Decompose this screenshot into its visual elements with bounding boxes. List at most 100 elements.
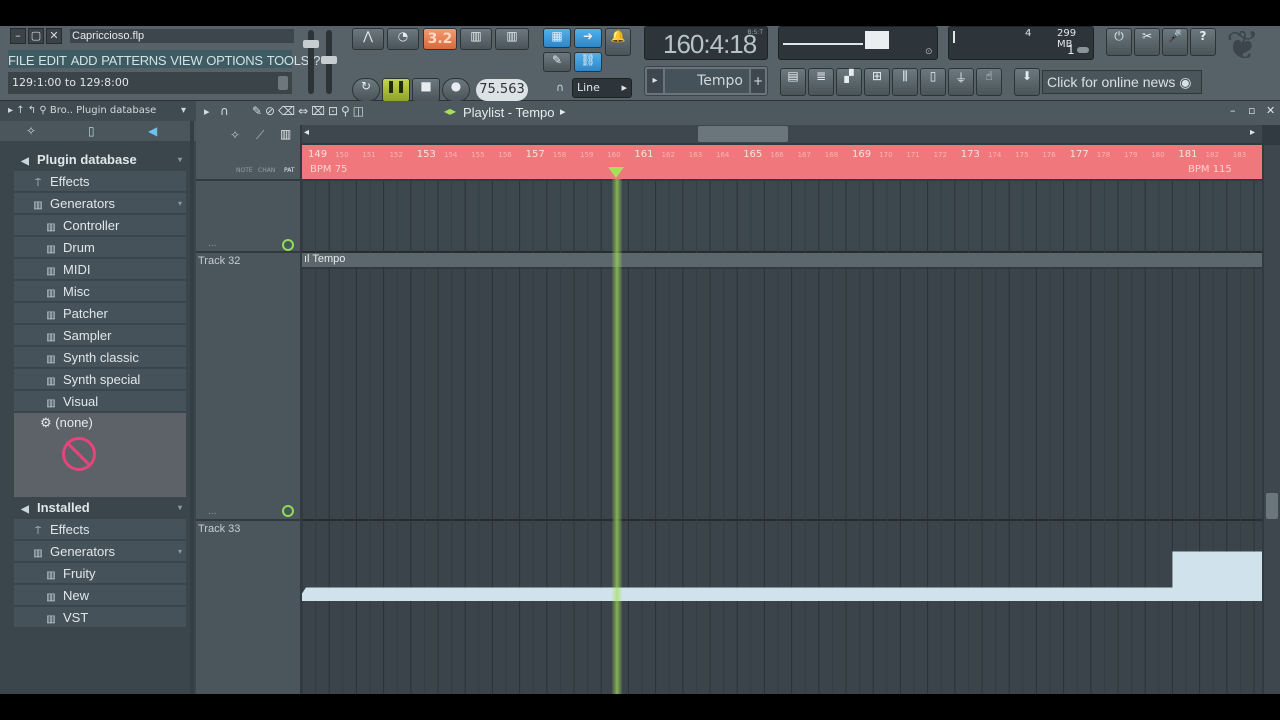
chevron-down-icon[interactable]: ▾ xyxy=(178,149,182,170)
restore-icon[interactable]: ▢ xyxy=(28,28,44,44)
back-icon[interactable]: ↰ xyxy=(28,105,36,116)
arrow-right-icon[interactable]: ➜ xyxy=(574,28,602,48)
chevron-down-icon[interactable]: ▾ xyxy=(178,193,182,214)
playhead-marker-icon[interactable] xyxy=(608,167,624,178)
tempo-icon[interactable]: ✧ xyxy=(230,128,240,142)
tempo-display[interactable]: 75.563 xyxy=(476,79,528,101)
metronome-icon[interactable]: ⋀ xyxy=(352,28,384,50)
playhead[interactable] xyxy=(608,167,624,694)
up-icon[interactable]: ↑ xyxy=(16,105,24,116)
arrow-right-icon[interactable]: ▸ xyxy=(204,105,210,118)
horizontal-scrollbar[interactable]: ◂ ▸ xyxy=(302,125,1262,143)
browser-item-generators[interactable]: ▥ Generators ▾ xyxy=(14,193,186,214)
power-icon[interactable]: ⏻ xyxy=(1106,28,1132,56)
link-icon[interactable]: ⟋ xyxy=(256,128,264,143)
browser-item-synth-special[interactable]: ▥ Synth special xyxy=(14,369,186,390)
pencil-icon[interactable]: ✎ xyxy=(543,52,571,72)
piano-roll-icon[interactable]: ▞ xyxy=(836,68,862,96)
touch-icon[interactable]: ☝ xyxy=(976,68,1002,96)
browser-item-effects[interactable]: ⍑ Effects xyxy=(14,519,186,540)
playlist-grid[interactable]: ıl Tempo xyxy=(302,181,1262,694)
menu-item-view[interactable]: VIEW xyxy=(170,53,202,68)
polyphony-slider[interactable] xyxy=(1077,47,1089,53)
timeline-ruler[interactable]: 149 150 151 152 153 154 155 156 157 158 159 160 161 1… xyxy=(302,145,1262,179)
track-header-33[interactable]: Track 33 xyxy=(196,521,300,694)
speaker-filter-icon[interactable]: ◀ xyxy=(148,121,157,141)
piano-icon[interactable]: ▥ xyxy=(280,127,291,141)
magnet-icon[interactable]: ∩ xyxy=(220,104,229,118)
link-icon[interactable]: ⛓ xyxy=(574,52,602,72)
master-pitch-slider[interactable] xyxy=(321,30,337,94)
menu-item-tools[interactable]: TOOLS xyxy=(267,53,310,68)
pattern-number[interactable]: 3.2 xyxy=(423,28,457,50)
browser-item-vst[interactable]: ▥ VST xyxy=(14,607,186,628)
menu-item-file[interactable]: FILE xyxy=(8,53,35,68)
chevron-left-icon[interactable]: ◂ xyxy=(304,127,309,138)
plugin-filter-icon[interactable]: ✧ xyxy=(26,121,36,141)
minimize-button[interactable]: – xyxy=(1230,104,1236,117)
track-enable-icon[interactable] xyxy=(282,239,294,251)
help-icon[interactable]: ? xyxy=(1190,28,1216,56)
arrow-right-icon[interactable]: ▸ xyxy=(560,105,566,118)
step-edit-icon[interactable]: ▥ xyxy=(460,28,492,50)
browser-item-new[interactable]: ▥ New xyxy=(14,585,186,606)
gear-icon[interactable]: ⊙ xyxy=(925,47,933,57)
browser-item-installed[interactable]: ◀ Installed ▾ xyxy=(14,497,186,518)
record-button[interactable]: ● xyxy=(442,78,470,102)
menu-item-patterns[interactable]: PATTERNS xyxy=(101,53,166,68)
typing-keyboard-icon[interactable]: ▥ xyxy=(495,28,529,50)
online-news-link[interactable]: Click for online news ◉ xyxy=(1042,70,1202,94)
file-icon[interactable]: ▯ xyxy=(920,68,946,96)
chevron-down-icon[interactable]: ▾ xyxy=(178,541,182,562)
automation-curve[interactable] xyxy=(302,541,1262,601)
track-enable-icon[interactable] xyxy=(282,505,294,517)
menu-item-options[interactable]: OPTIONS xyxy=(206,53,263,68)
playlist-icon[interactable]: ▤ xyxy=(780,68,806,96)
menu-item-add[interactable]: ADD xyxy=(71,53,98,68)
vertical-scrollbar[interactable] xyxy=(1264,145,1280,694)
menu-item-edit[interactable]: EDIT xyxy=(38,53,67,68)
loop-icon[interactable]: ↻ xyxy=(352,78,380,102)
browser-scrollbar[interactable] xyxy=(190,121,194,694)
master-volume-slider[interactable] xyxy=(303,30,319,94)
snap-select[interactable]: Line ▸ xyxy=(572,78,632,98)
scissors-icon[interactable]: ✂ xyxy=(1134,28,1160,56)
scrollbar-thumb[interactable] xyxy=(698,126,788,142)
none-item-area[interactable]: ⚙ (none) xyxy=(14,413,186,499)
browser-item-effects[interactable]: ⍑ Effects xyxy=(14,171,186,192)
arrow-right-icon[interactable]: ▸ xyxy=(647,69,663,93)
browser-item-controller[interactable]: ▥ Controller xyxy=(14,215,186,236)
browser-item-visual[interactable]: ▥ Visual xyxy=(14,391,186,412)
channel-rack-icon[interactable]: ≣ xyxy=(808,68,834,96)
close-button[interactable]: ✕ xyxy=(1266,104,1275,117)
maximize-button[interactable]: ▫ xyxy=(1248,104,1255,117)
snap-icon[interactable]: ▦ xyxy=(543,28,571,48)
channel-selector[interactable]: ▸ Tempo + xyxy=(644,66,768,96)
stop-button[interactable]: ■ xyxy=(412,78,440,102)
download-icon[interactable]: ⬇ xyxy=(1014,68,1040,96)
track-header-32[interactable]: Track 32 ... xyxy=(196,253,300,519)
browser-item-plugin-database[interactable]: ◀ Plugin database ▾ xyxy=(14,149,186,170)
pause-button[interactable]: ❚❚ xyxy=(382,78,410,102)
browser-item-drum[interactable]: ▥ Drum xyxy=(14,237,186,258)
chevron-down-icon[interactable]: ▾ xyxy=(178,497,182,518)
browser-tree-icon[interactable]: ⊞ xyxy=(864,68,890,96)
wait-record-icon[interactable]: ◔ xyxy=(387,28,419,50)
browser-item-midi[interactable]: ▥ MIDI xyxy=(14,259,186,280)
playlist-tools[interactable]: ✎⊘⌫⇔⌧⊡⚲◫ xyxy=(252,104,367,118)
browser-item-fruity[interactable]: ▥ Fruity xyxy=(14,563,186,584)
chevron-down-icon[interactable]: ▾ xyxy=(181,101,186,121)
minimize-button[interactable]: – xyxy=(10,28,26,44)
file-filter-icon[interactable]: ▯ xyxy=(88,121,95,141)
none-item[interactable]: ⚙ (none) xyxy=(40,415,93,431)
menu-item-[interactable]: ? xyxy=(313,53,320,68)
arrow-right-icon[interactable]: ▸ xyxy=(8,105,13,116)
plus-icon[interactable]: + xyxy=(751,69,765,93)
song-position-display[interactable]: 160:4:18 B:S:T xyxy=(644,26,768,60)
vertical-scrollbar-thumb[interactable] xyxy=(1266,493,1278,519)
track-header-31[interactable]: ... xyxy=(196,181,300,251)
automation-clip-header[interactable]: ıl Tempo xyxy=(302,253,1262,267)
chevron-right-icon[interactable]: ▸ xyxy=(1250,127,1255,138)
plug-icon[interactable]: ⏚ xyxy=(948,68,974,96)
browser-item-patcher[interactable]: ▥ Patcher xyxy=(14,303,186,324)
